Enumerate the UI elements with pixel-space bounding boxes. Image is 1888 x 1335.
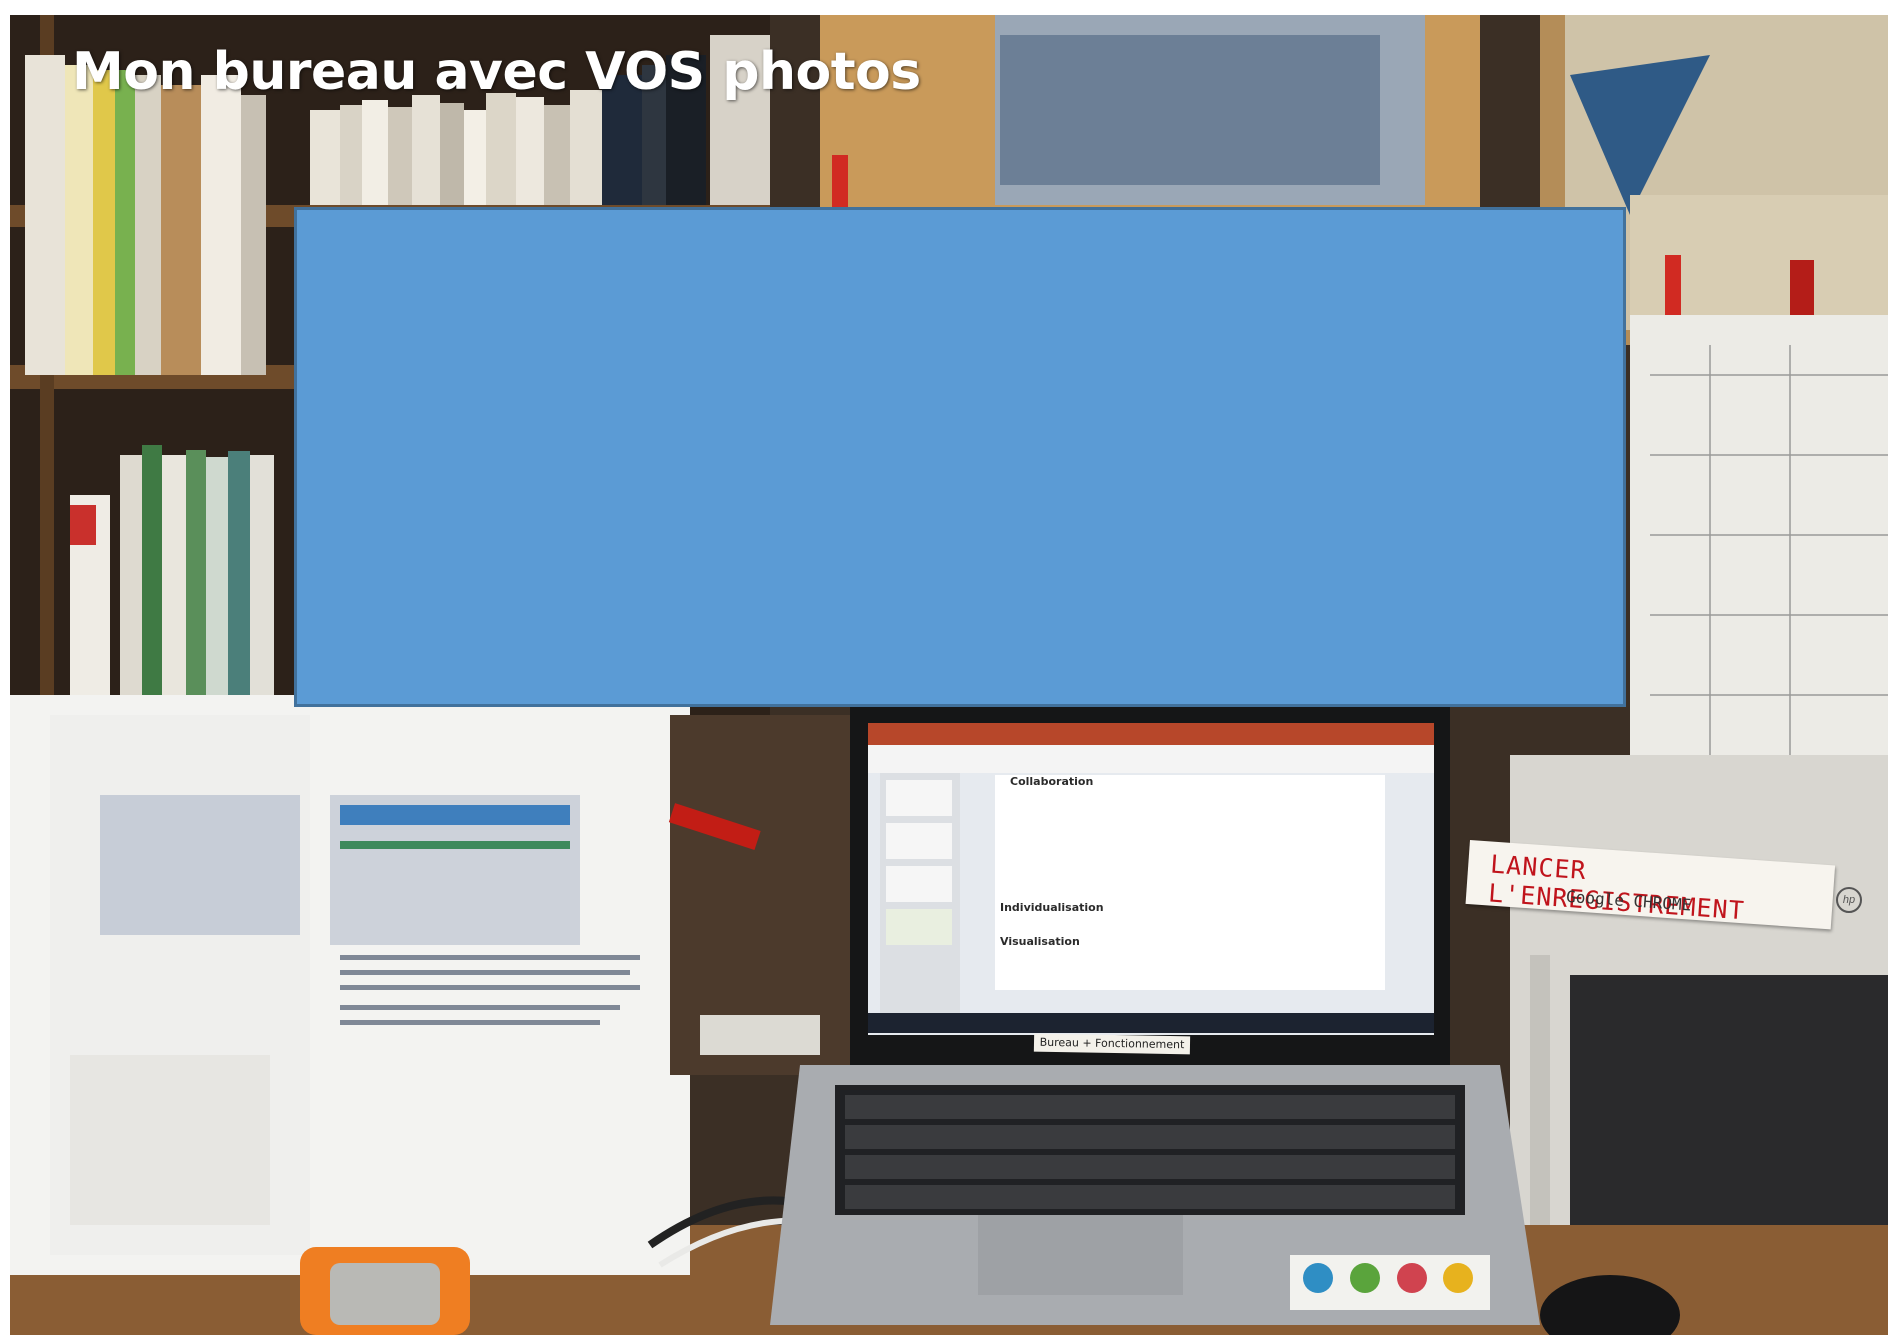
laptop (770, 705, 1540, 1325)
laptop-slide-heading-3: Visualisation (1000, 935, 1080, 948)
trackpad (978, 1215, 1183, 1295)
calendar-sheet (1630, 315, 1888, 795)
printer-logo: hp (1836, 887, 1862, 913)
slide-title-overlay: Mon bureau avec VOS photos (72, 42, 921, 102)
laptop-slide-heading-2: Individualisation (1000, 901, 1104, 914)
blue-placeholder-rectangle (294, 207, 1626, 707)
laptop-label-note: Bureau + Fonctionnement (1033, 1033, 1191, 1055)
laptop-slide-heading-1: Collaboration (1010, 775, 1094, 788)
